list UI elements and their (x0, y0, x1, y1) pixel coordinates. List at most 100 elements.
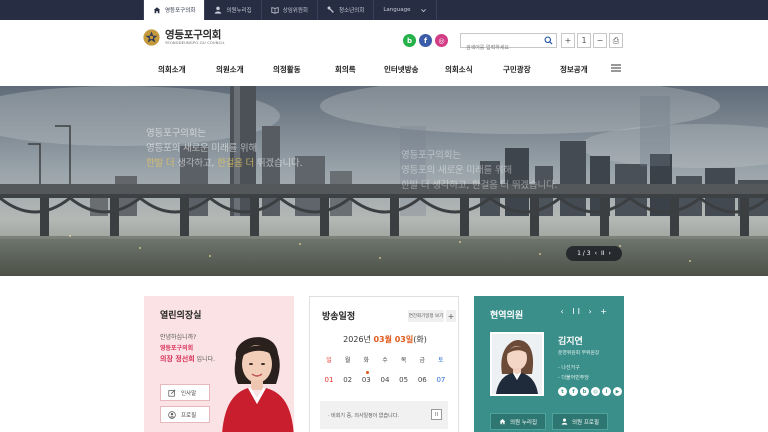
weekday-label: 일 (326, 357, 332, 364)
site-tabs: 영등포구의회 의원누리집 상임위원회 청소년의회 Language (143, 0, 438, 20)
tab-standing-committee[interactable]: 상임위원회 (262, 0, 318, 20)
search-input[interactable] (461, 41, 543, 55)
nav-item-citizen-plaza[interactable]: 구민광장 (503, 64, 531, 75)
nav-item-member-intro[interactable]: 의원소개 (216, 64, 244, 75)
tab-member-homepage[interactable]: 의원누리집 (205, 0, 262, 20)
hero-text: 뛰겠습니다. (254, 158, 303, 169)
tools-icon (327, 6, 334, 13)
instagram-icon[interactable]: ◎ (435, 34, 448, 47)
weekday-label: 목 (400, 357, 407, 364)
chevron-down-icon (421, 8, 427, 12)
day-cell[interactable]: 05 (395, 376, 413, 384)
blog-icon[interactable]: b (403, 34, 416, 47)
search-box (460, 33, 557, 55)
print-icon[interactable]: ⎙ (609, 33, 623, 48)
hero-highlight: 한발 더 (146, 158, 175, 169)
day-cell[interactable]: 07 (432, 376, 450, 384)
chairman-name: 의장 정선희 (160, 355, 195, 363)
nav-item-council-intro[interactable]: 의회소개 (158, 64, 186, 75)
facebook-icon[interactable]: f (569, 387, 578, 396)
member-homepage-label: 의원 누리집 (509, 419, 538, 426)
logo-subtitle: YEONGDEUNGPO-GU COUNCIL (165, 41, 225, 45)
greeting-button[interactable]: 인사말 (160, 384, 210, 401)
weekday-row: 일 월 화 수 목 금 토 (320, 355, 450, 364)
zoom-reset-button[interactable]: 1 (577, 33, 591, 48)
day-cell[interactable]: 03 (357, 376, 375, 384)
profile-button[interactable]: 프로필 (160, 406, 210, 423)
zoom-out-button[interactable]: − (593, 33, 607, 48)
next-slide-icon[interactable]: › (609, 250, 611, 257)
weekday-label: 화 (363, 357, 370, 364)
prev-slide-icon[interactable]: ‹ (595, 250, 597, 257)
more-plus-button[interactable]: + (446, 310, 456, 322)
annual-schedule-button[interactable]: 연간회기일정 보기 (408, 310, 444, 322)
member-role: 운영위원회 부위원장 (558, 351, 600, 356)
tab-youth-council[interactable]: 청소년의회 (318, 0, 375, 20)
language-label: Language (383, 7, 411, 13)
hero-text: 생각하고, (174, 158, 218, 169)
chairman-card-title: 열린의장실 (160, 311, 202, 321)
blog-icon[interactable]: b (580, 387, 589, 396)
pause-icon[interactable]: II (601, 250, 605, 257)
hero-caption-line: 영등포의 새로운 미래를 위해 (146, 143, 257, 154)
member-party: - 더불어민주당 (558, 375, 589, 381)
greeting-line: 안녕하십니까? (160, 334, 197, 341)
day-cell[interactable]: 02 (339, 376, 357, 384)
member-name: 김지연 (558, 337, 583, 347)
site-logo[interactable]: 영등포구의회 YEONGDEUNGPO-GU COUNCIL (143, 29, 225, 46)
day-cell[interactable]: 04 (376, 376, 394, 384)
day-row: 01 02 03 04 05 06 07 (320, 376, 450, 384)
weekday-label: 월 (344, 357, 351, 364)
pause-icon[interactable]: II (431, 409, 442, 420)
hero-caption-line: 한발 더 생각하고, 한걸음 더 뛰겠습니다. (146, 156, 303, 171)
notice-text: · 비회기 중, 의사일정이 없습니다. (328, 412, 399, 419)
tab-label: 영등포구의회 (165, 8, 196, 14)
instagram-icon[interactable]: ◎ (591, 387, 600, 396)
day-cell[interactable]: 06 (413, 376, 431, 384)
hero-highlight: 한걸음 더 (217, 158, 255, 169)
member-homepage-button[interactable]: 의원 누리집 (490, 413, 546, 430)
today-marker (366, 371, 369, 374)
member-profile-label: 의원 프로필 (571, 419, 600, 426)
slide-counter: 1 / 3 (577, 250, 591, 257)
weekday-label: 토 (438, 357, 444, 364)
nav-item-minutes[interactable]: 회의록 (335, 64, 356, 75)
day-cell[interactable]: 01 (320, 376, 338, 384)
info-icon[interactable]: i (602, 387, 611, 396)
nav-item-activities[interactable]: 의정활동 (273, 64, 301, 75)
profile-icon (168, 410, 176, 419)
hero-caption-line: 영등포의 새로운 미래를 위해 (401, 165, 512, 176)
zoom-in-button[interactable]: + (561, 33, 575, 48)
member-card-title: 현역의원 (490, 311, 524, 321)
logo-title: 영등포구의회 (165, 29, 222, 41)
council-emblem-icon (143, 29, 160, 46)
nav-item-broadcast[interactable]: 인터넷방송 (384, 64, 419, 75)
hero-caption-secondary: 영등포구의회는 영등포의 새로운 미래를 위해 한발 더 생각하고, 한걸음 더… (401, 148, 558, 193)
home-icon (153, 7, 161, 14)
sns-links: b f ◎ (403, 34, 448, 47)
greeting-end: 입니다. (194, 356, 216, 363)
member-portrait (492, 334, 542, 394)
member-photo (490, 332, 544, 396)
tab-council-home[interactable]: 영등포구의회 (143, 0, 206, 20)
person-icon (561, 418, 568, 425)
language-select[interactable]: Language (374, 0, 438, 20)
nav-item-disclosure[interactable]: 정보공개 (560, 64, 588, 75)
member-carousel-controls[interactable]: ‹ II › + (561, 307, 610, 316)
date-highlight: 03월 03일 (373, 335, 414, 344)
hero-caption-line: 영등포구의회는 (401, 150, 461, 161)
search-icon[interactable] (544, 36, 553, 45)
date-weekday: (화) (413, 335, 427, 344)
hero-banner: 영등포구의회는 영등포의 새로운 미래를 위해 한발 더 생각하고, 한걸음 더… (0, 86, 768, 276)
member-sns: t f b ◎ i ▶ (558, 387, 622, 396)
member-profile-button[interactable]: 의원 프로필 (552, 413, 608, 430)
facebook-icon[interactable]: f (419, 34, 432, 47)
main-nav: 의회소개 의원소개 의정활동 회의록 인터넷방송 의회소식 구민광장 정보공개 (143, 60, 623, 78)
twitter-icon[interactable]: t (558, 387, 567, 396)
person-icon (215, 6, 222, 14)
book-icon (271, 7, 279, 14)
hamburger-menu-icon[interactable] (611, 64, 621, 72)
nav-item-news[interactable]: 의회소식 (445, 64, 473, 75)
youtube-icon[interactable]: ▶ (613, 387, 622, 396)
chairman-portrait (222, 337, 294, 432)
